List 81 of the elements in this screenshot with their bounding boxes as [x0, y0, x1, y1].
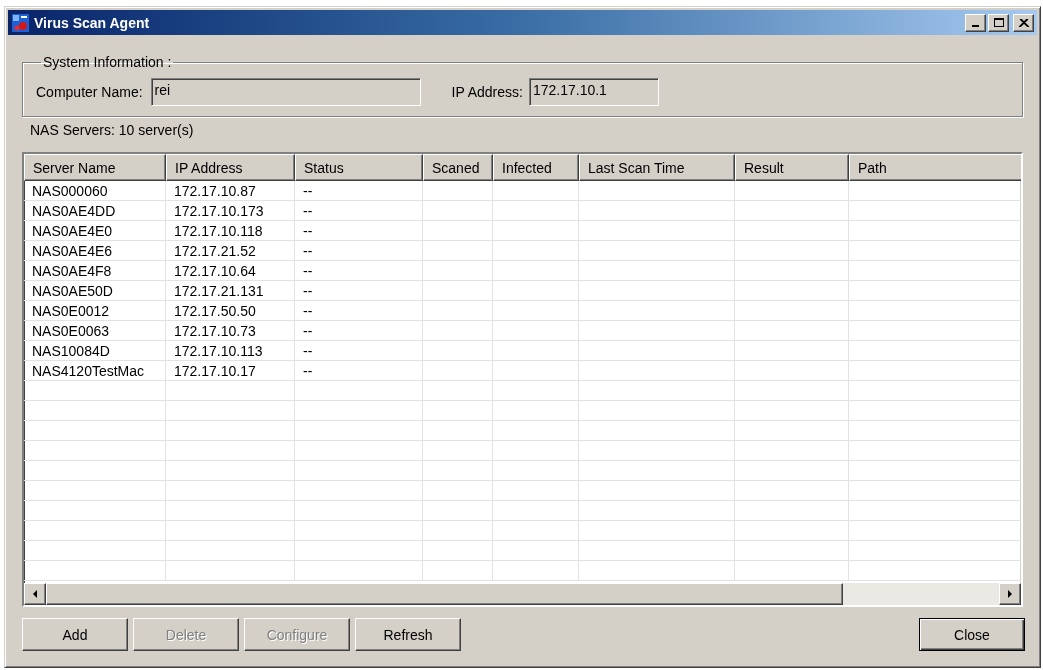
table-cell [423, 461, 493, 481]
column-header[interactable]: Scaned [423, 154, 493, 181]
table-cell [423, 501, 493, 521]
table-cell [423, 541, 493, 561]
horizontal-scrollbar[interactable] [24, 583, 1021, 605]
right-triangle-icon [1008, 590, 1012, 598]
table-cell: 172.17.21.52 [166, 241, 295, 261]
scrollbar-thumb[interactable] [46, 583, 843, 605]
table-cell: -- [295, 321, 423, 341]
column-header[interactable]: Infected [493, 154, 579, 181]
table-cell [423, 341, 493, 361]
field-label: Computer Name: [36, 85, 143, 99]
table-cell [423, 441, 493, 461]
table-cell: NAS0E0063 [24, 321, 166, 341]
minimize-icon [972, 24, 979, 27]
table-cell: 172.17.10.73 [166, 321, 295, 341]
table-cell: NAS0AE4E0 [24, 221, 166, 241]
table-cell [423, 321, 493, 341]
table-cell: NAS4120TestMac [24, 361, 166, 381]
table-cell [423, 521, 493, 541]
column-header[interactable]: Result [735, 154, 849, 181]
column-header[interactable]: Status [295, 154, 423, 181]
text-field[interactable]: rei [150, 78, 421, 106]
table-cell: 172.17.10.118 [166, 221, 295, 241]
table-cell: NAS0E0012 [24, 301, 166, 321]
table-cell: NAS0AE4F8 [24, 261, 166, 281]
table-cell: -- [295, 201, 423, 221]
table-cell [423, 181, 493, 201]
close-window-button[interactable] [1013, 13, 1034, 32]
maximize-icon [993, 18, 1004, 27]
table-cell: -- [295, 301, 423, 321]
maximize-button[interactable] [988, 13, 1009, 32]
table-cell: -- [295, 261, 423, 281]
column-header[interactable]: IP Address [166, 154, 295, 181]
scroll-left-button[interactable] [24, 583, 46, 605]
table-cell: NAS0AE50D [24, 281, 166, 301]
table-cell: NAS000060 [24, 181, 166, 201]
window-title: Virus Scan Agent [34, 15, 150, 30]
left-triangle-icon [33, 590, 37, 598]
table-cell [423, 561, 493, 581]
table-cell: -- [295, 221, 423, 241]
table-cell: NAS0AE4DD [24, 201, 166, 221]
scroll-right-button[interactable] [999, 583, 1021, 605]
minimize-button[interactable] [965, 13, 986, 32]
column-header[interactable]: Path [849, 154, 1021, 181]
table-cell: 172.17.10.64 [166, 261, 295, 281]
group-title: System Information : [42, 54, 173, 70]
table-cell: 172.17.10.17 [166, 361, 295, 381]
table-cell: NAS10084D [24, 341, 166, 361]
table-cell: 172.17.50.50 [166, 301, 295, 321]
close-button[interactable]: Close [919, 618, 1025, 651]
table-cell: -- [295, 361, 423, 381]
table-cell [423, 481, 493, 501]
table-cell [423, 361, 493, 381]
table-cell: -- [295, 181, 423, 201]
servers-count-label: NAS Servers: 10 server(s) [30, 122, 195, 138]
table-cell [423, 221, 493, 241]
table-cell [423, 381, 493, 401]
table-cell [423, 241, 493, 261]
table-cell: 172.17.10.87 [166, 181, 295, 201]
table-cell [423, 201, 493, 221]
table-cell: 172.17.10.173 [166, 201, 295, 221]
close-icon [1018, 18, 1029, 27]
table-cell: 172.17.10.113 [166, 341, 295, 361]
table-cell [423, 421, 493, 441]
table-cell: -- [295, 241, 423, 261]
table-cell [423, 261, 493, 281]
table-cell [423, 301, 493, 321]
table-cell [423, 401, 493, 421]
action-button[interactable]: Refresh [355, 618, 461, 651]
column-header[interactable]: Server Name [24, 154, 166, 181]
action-button[interactable]: Add [22, 618, 128, 651]
app-icon [12, 13, 29, 32]
field-label: IP Address: [451, 85, 523, 99]
table-cell [423, 281, 493, 301]
text-field[interactable]: 172.17.10.1 [528, 78, 659, 106]
table-cell: 172.17.21.131 [166, 281, 295, 301]
table-cell: -- [295, 281, 423, 301]
table-cell: -- [295, 341, 423, 361]
column-header[interactable]: Last Scan Time [579, 154, 735, 181]
table-cell: NAS0AE4E6 [24, 241, 166, 261]
